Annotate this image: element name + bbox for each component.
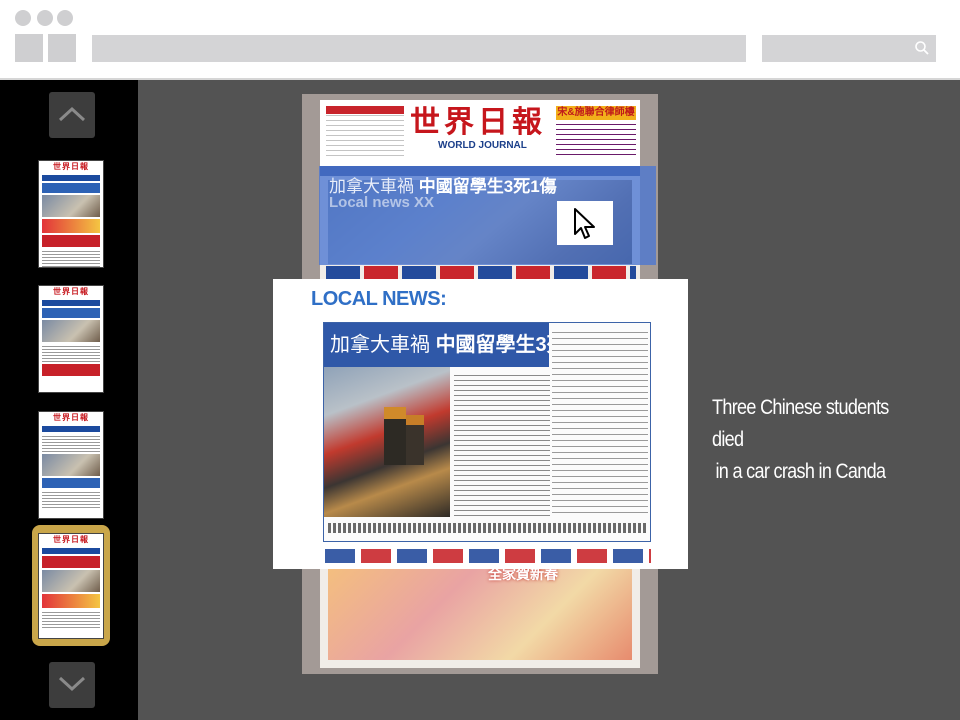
search-icon[interactable] — [914, 40, 930, 56]
cursor-callout — [557, 201, 613, 245]
caption-line-1: Three Chinese students died — [712, 396, 889, 451]
thumbnail-page-4-selected[interactable]: 世界日報 — [38, 533, 104, 639]
search-input[interactable] — [762, 35, 936, 62]
zoomed-headline-main: 中國留學生3死1傷 — [435, 334, 549, 356]
newspaper-masthead-english: WORLD JOURNAL — [438, 140, 527, 151]
zoom-label: LOCAL NEWS: — [311, 288, 447, 310]
window-control-dot[interactable] — [57, 10, 73, 26]
thumbnail-masthead: 世界日報 — [39, 286, 103, 298]
scroll-up-button[interactable] — [49, 92, 95, 138]
zoomed-article-photo — [324, 367, 450, 517]
chevron-down-icon — [58, 676, 86, 692]
zoom-panel: LOCAL NEWS: 加拿大車禍 中國留學生3死1傷 — [273, 279, 688, 569]
forward-button[interactable] — [48, 34, 76, 62]
pointer-cursor-icon — [574, 208, 595, 239]
window-control-dot[interactable] — [37, 10, 53, 26]
thumbnail-masthead: 世界日報 — [39, 534, 103, 546]
zoomed-article-caption — [328, 523, 646, 533]
thumbnail-page-1[interactable]: 世界日報 — [38, 160, 104, 268]
thumbnail-page-3[interactable]: 世界日報 — [38, 411, 104, 519]
scroll-down-button[interactable] — [49, 662, 95, 708]
browser-chrome — [0, 0, 960, 80]
header-ad-left — [326, 106, 404, 158]
zoomed-headline-prefix: 加拿大車禍 — [330, 334, 430, 356]
zoomed-headline: 加拿大車禍 中國留學生3死1傷 — [324, 323, 549, 367]
zoomed-article[interactable]: 加拿大車禍 中國留學生3死1傷 — [323, 322, 651, 542]
back-button[interactable] — [15, 34, 43, 62]
header-ad-title: 宋&施聯合律師樓 — [556, 106, 636, 120]
zoom-panel-headline-strip — [325, 549, 651, 563]
newspaper-masthead: 世界日報 — [410, 105, 546, 140]
article-summary-caption: Three Chinese students died in a car cra… — [712, 392, 918, 488]
newspaper-header: 世界日報 WORLD JOURNAL 宋&施聯合律師樓 — [320, 100, 640, 166]
chevron-up-icon — [58, 106, 86, 122]
highlight-headline-main: 中國留學生3死1傷 — [418, 177, 557, 196]
zoomed-article-body — [454, 371, 550, 517]
zoomed-article-sidecolumn — [552, 327, 648, 517]
thumbnail-masthead: 世界日報 — [39, 412, 103, 424]
highlight-subtext: Local news XX — [329, 194, 435, 211]
thumbnail-page-2[interactable]: 世界日報 — [38, 285, 104, 393]
caption-line-2: in a car crash in Canda — [715, 460, 886, 483]
header-ad-right: 宋&施聯合律師樓 — [556, 106, 636, 158]
address-bar[interactable] — [92, 35, 746, 62]
window-control-dot[interactable] — [15, 10, 31, 26]
thumbnail-masthead: 世界日報 — [39, 161, 103, 173]
